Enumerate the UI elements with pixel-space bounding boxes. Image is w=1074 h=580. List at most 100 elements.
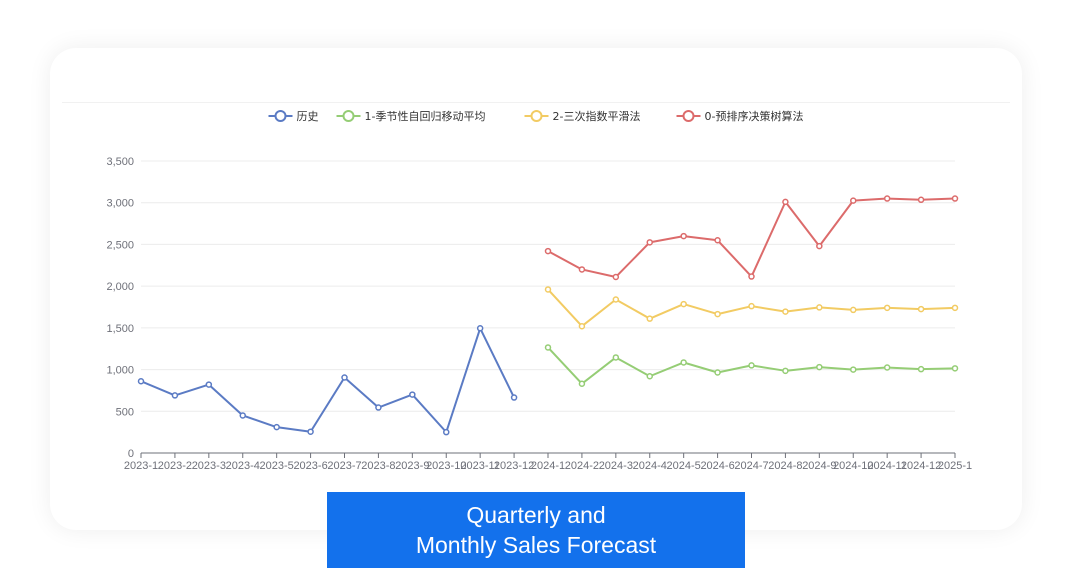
data-point (171, 392, 179, 399)
legend-item: 0-预排序决策树算法 (676, 109, 804, 123)
series-group (544, 286, 959, 330)
data-point (578, 322, 586, 330)
x-tick-label: 2024-5 (667, 460, 701, 472)
data-point (544, 247, 552, 255)
x-tick-label: 2025-1 (938, 460, 972, 472)
series-group (544, 195, 959, 281)
x-tick-label: 2024-8 (768, 460, 802, 472)
data-point (951, 195, 959, 202)
data-point (578, 266, 586, 273)
data-point (782, 367, 789, 375)
data-point (646, 239, 653, 246)
data-point (612, 296, 620, 303)
legend-marker-icon (682, 110, 695, 122)
data-point (850, 306, 857, 314)
data-point (917, 196, 925, 204)
legend-item: 历史 (268, 110, 319, 123)
data-point (748, 273, 755, 280)
data-point (917, 305, 925, 313)
legend-item: 1-季节性自回归移动平均 (336, 109, 486, 123)
data-point (680, 300, 687, 308)
data-point (714, 237, 721, 244)
y-tick-label: 500 (116, 406, 134, 418)
data-point (951, 365, 959, 372)
y-tick-label: 2,500 (106, 239, 134, 251)
data-point (205, 381, 213, 388)
data-point (646, 315, 653, 322)
caption-banner: Quarterly and Monthly Sales Forecast (327, 492, 745, 568)
data-point (646, 372, 653, 380)
data-point (578, 380, 586, 388)
legend-marker-icon (274, 110, 287, 122)
y-tick-label: 3,500 (106, 156, 134, 168)
x-tick-label: 2023-3 (192, 460, 226, 472)
series-line (140, 327, 515, 434)
data-point (816, 304, 823, 311)
data-point (510, 394, 518, 401)
caption-line-2: Monthly Sales Forecast (415, 532, 657, 558)
x-tick-label: 2023-7 (327, 460, 361, 472)
x-tick-label: 2024-6 (700, 460, 734, 472)
x-tick-label: 2023-6 (293, 460, 327, 472)
data-point (951, 304, 959, 312)
data-point (612, 354, 620, 361)
x-tick-label: 2024-4 (633, 460, 667, 472)
data-point (544, 286, 552, 293)
data-point (375, 404, 382, 411)
x-tick-label: 2023-9 (395, 460, 429, 472)
x-tick-label: 2024-12 (901, 460, 941, 472)
data-point (273, 423, 280, 431)
legend-label: 历史 (297, 110, 319, 123)
x-tick-label: 2023-5 (260, 460, 294, 472)
data-point (239, 412, 246, 419)
data-point (443, 428, 450, 436)
data-point (850, 197, 857, 204)
x-tick-label: 2023-8 (361, 460, 395, 472)
legend-marker-icon (342, 110, 355, 122)
x-tick-label: 2023-12 (494, 460, 534, 472)
legend-label: 0-预排序决策树算法 (705, 109, 804, 123)
data-point (307, 428, 314, 435)
y-tick-label: 1,000 (106, 365, 134, 377)
series-line (547, 197, 956, 278)
data-point (883, 304, 891, 312)
data-point (544, 344, 552, 351)
x-tick-label: 2024-2 (565, 460, 599, 472)
data-point (680, 232, 687, 240)
data-point (680, 359, 687, 366)
data-point (341, 374, 348, 381)
data-point (748, 302, 755, 310)
y-tick-label: 0 (128, 448, 134, 460)
data-point (883, 195, 891, 202)
x-tick-label: 2023-2 (158, 460, 192, 472)
data-point (748, 362, 755, 369)
legend-label: 2-三次指数平滑法 (553, 109, 641, 123)
data-point (816, 363, 823, 371)
y-tick-label: 3,000 (106, 198, 134, 210)
data-point (782, 198, 789, 206)
x-tick-label: 2023-4 (226, 460, 260, 472)
data-point (917, 365, 925, 373)
data-point (714, 310, 721, 318)
data-point (816, 242, 823, 250)
x-tick-label: 2024-9 (802, 460, 836, 472)
data-point (476, 325, 484, 332)
data-point (782, 308, 789, 315)
data-point (883, 364, 891, 371)
x-tick-label: 2024-7 (734, 460, 768, 472)
y-tick-label: 2,000 (106, 281, 134, 293)
series-group (137, 325, 518, 436)
data-point (850, 366, 857, 373)
data-point (612, 273, 620, 281)
x-tick-label: 2024-1 (531, 460, 565, 472)
series-group (544, 344, 959, 388)
legend-marker-icon (530, 110, 543, 122)
y-tick-label: 1,500 (106, 323, 134, 335)
data-point (409, 391, 416, 398)
caption-line-1: Quarterly and (466, 502, 606, 528)
data-point (137, 378, 145, 385)
data-point (714, 369, 721, 376)
legend-label: 1-季节性自回归移动平均 (365, 109, 486, 123)
x-tick-label: 2023-1 (124, 460, 158, 472)
x-tick-label: 2024-3 (599, 460, 633, 472)
